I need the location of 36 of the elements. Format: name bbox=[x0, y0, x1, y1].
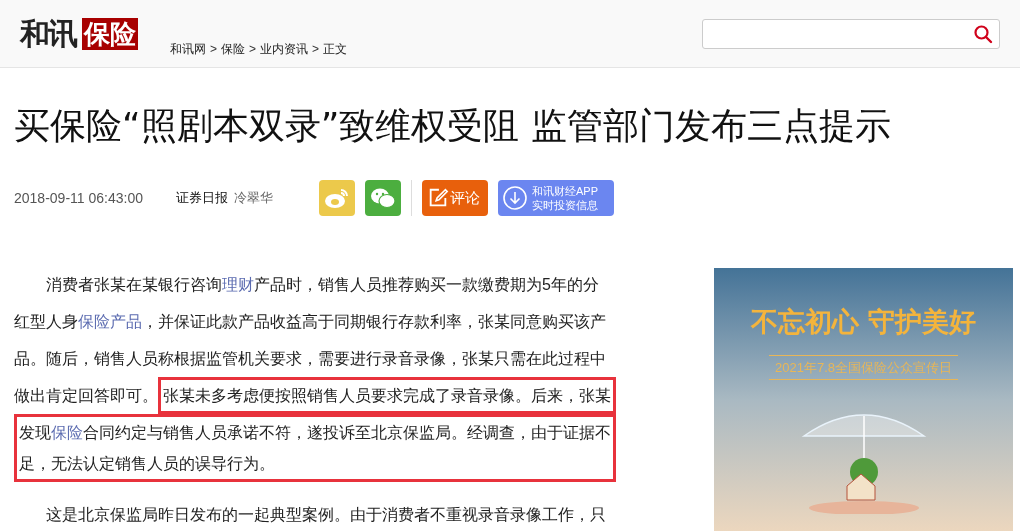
article-text-line: 品。随后，销售人员称根据监管机关要求，需要进行录音录像，张某只需在此过程中 bbox=[14, 349, 606, 369]
edit-icon bbox=[427, 187, 449, 209]
article-text-line: 张某未多考虑便按照销售人员要求完成了录音录像。后来，张某 bbox=[163, 386, 611, 406]
author-name: 冷翠华 bbox=[234, 189, 273, 208]
banner-headline: 不忘初心 守护美好 bbox=[750, 305, 977, 339]
keyword-link[interactable]: 理财 bbox=[222, 276, 254, 293]
breadcrumb-separator: > bbox=[249, 40, 257, 58]
article-text-line: 这是北京保监局昨日发布的一起典型案例。由于消费者不重视录音录像工作，只 bbox=[45, 505, 606, 525]
banner-subtitle: 2021年7.8全国保险公众宣传日 bbox=[769, 354, 958, 380]
breadcrumb-separator: > bbox=[210, 40, 217, 58]
comment-button[interactable]: 评论 bbox=[422, 180, 488, 216]
article-text-line: 发现保险合同约定与销售人员承诺不符，遂投诉至北京保监局。经调查，由于证据不 bbox=[19, 423, 611, 443]
search-icon[interactable] bbox=[973, 23, 993, 44]
article-text-line: 消费者张某在某银行咨询理财产品时，销售人员推荐购买一款缴费期为5年的分 bbox=[45, 275, 600, 295]
article-text-line: 红型人身保险产品，并保证此款产品收益高于同期银行存款利率，张某同意购买该产 bbox=[14, 312, 606, 332]
wechat-share-button[interactable] bbox=[365, 180, 401, 216]
keyword-link[interactable]: 保险 bbox=[51, 424, 83, 441]
breadcrumb-link[interactable]: 业内资讯 bbox=[260, 39, 309, 58]
search-field[interactable] bbox=[702, 18, 1000, 49]
wechat-icon bbox=[370, 187, 396, 209]
article-text-line: 足，无法认定销售人员的误导行为。 bbox=[19, 454, 276, 474]
publish-date: 2018-09-11 06:43:00 bbox=[14, 188, 144, 208]
logo-badge: 保险 bbox=[82, 17, 138, 50]
weibo-icon bbox=[324, 187, 350, 209]
source-name: 证券日报 bbox=[176, 189, 228, 208]
logo-text[interactable]: 和讯 bbox=[20, 11, 76, 56]
breadcrumb-link[interactable]: 和讯网 bbox=[170, 39, 206, 58]
app-download-button[interactable]: 和讯财经APP 实时投资信息 bbox=[498, 180, 614, 216]
breadcrumb-link[interactable]: 正文 bbox=[323, 39, 348, 58]
weibo-share-button[interactable] bbox=[319, 180, 355, 216]
breadcrumb-separator: > bbox=[312, 40, 320, 58]
keyword-link[interactable]: 保险产品 bbox=[78, 313, 142, 330]
article-text-line: 做出肯定回答即可。 bbox=[14, 386, 158, 406]
breadcrumb-link[interactable]: 保险 bbox=[221, 39, 245, 58]
article-title: 买保险“照剧本双录”致维权受阻 监管部门发布三点提示 bbox=[14, 104, 891, 148]
download-icon bbox=[502, 185, 528, 211]
